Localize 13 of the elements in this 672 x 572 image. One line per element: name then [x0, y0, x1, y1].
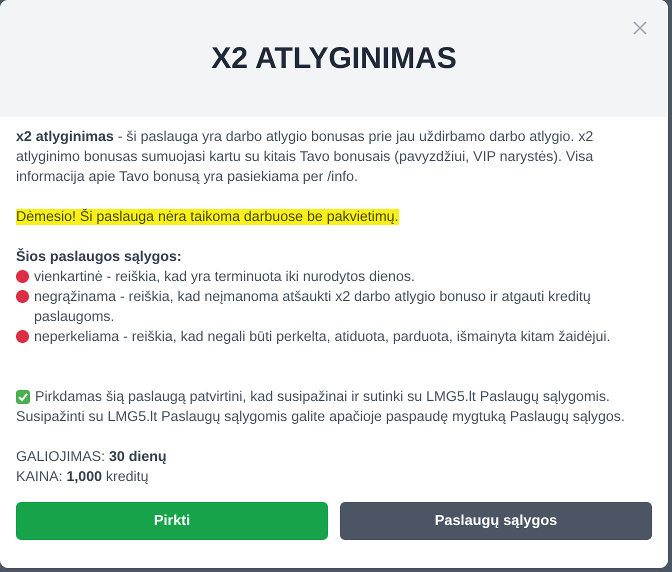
- terms-button[interactable]: Paslaugų sąlygos: [340, 502, 652, 540]
- condition-text: negrąžinama - reiškia, kad neįmanoma atšaukti x2 darbo atlygio bonuso ir atgauti kreditų paslaugoms.: [34, 288, 592, 327]
- conditions-heading: Šios paslaugos sąlygos:: [16, 247, 183, 267]
- warning-notice: Dėmesio! Ši paslauga nėra taikoma darbuose be pakvietimų.: [16, 209, 398, 225]
- condition-text: vienkartinė - reiškia, kad yra terminuota iki nurodytos dienos.: [34, 268, 415, 287]
- close-icon[interactable]: [632, 20, 648, 36]
- detail-text: GALIOJIMAS: 30 dienų: [16, 448, 168, 467]
- modal-title: X2 ATLYGINIMAS: [211, 42, 457, 76]
- detail-text: KAINA: 1,000 kreditų: [16, 468, 150, 487]
- agreement-text: Pirkdamas šią paslaugą patvirtini, kad susipažinai ir sutinki su LMG5.lt Paslaugų sąlygomis.: [35, 388, 610, 407]
- intro-paragraph: x2 atlyginimas - ši paslauga yra darbo atlygio bonusas prie jau uždirbamo darbo atlygio. x2 atlyginimo bonusas sumuojasi kartu su kitais Tavo bonusais (pavyzdžiui, VIP narystės). Visa informacija apie Tavo bonusą yra pasiekiama per /info.: [16, 128, 594, 187]
- condition-text: neperkeliama - reiškia, kad negali būti perkelta, atiduota, parduota, išmainyta kitam žaidėjui.: [34, 328, 610, 347]
- agreement-text: Susipažinti su LMG5.lt Paslaugų sąlygomis galite apačioje paspaudę mygtuką Paslaugų sąlygos.: [16, 408, 625, 427]
